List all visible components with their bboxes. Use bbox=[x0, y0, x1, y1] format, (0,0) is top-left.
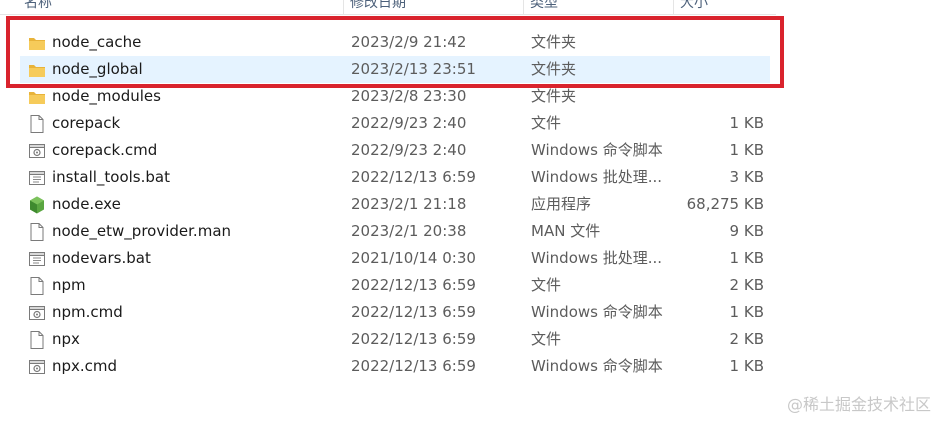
file-type: 文件 bbox=[531, 330, 562, 348]
blank-file-icon bbox=[28, 330, 46, 350]
file-name: npm bbox=[52, 276, 86, 294]
file-type: Windows 批处理... bbox=[531, 168, 663, 186]
file-row[interactable]: node_etw_provider.man 2023/2/1 20:38 MAN 文… bbox=[20, 218, 770, 245]
file-name: corepack.cmd bbox=[52, 141, 158, 159]
file-size: 1 KB bbox=[729, 114, 764, 132]
file-row[interactable]: corepack.cmd 2022/9/23 2:40 Windows 命令脚本 1 … bbox=[20, 137, 770, 164]
file-row[interactable]: corepack 2022/9/23 2:40 文件 1 KB bbox=[20, 110, 770, 137]
file-size: 2 KB bbox=[729, 276, 764, 294]
file-modified-date: 2023/2/8 23:30 bbox=[351, 87, 467, 105]
file-row[interactable]: npm 2022/12/13 6:59 文件 2 KB bbox=[20, 272, 770, 299]
file-row[interactable]: nodevars.bat 2021/10/14 0:30 Windows 批处理..… bbox=[20, 245, 770, 272]
blank-file-icon bbox=[28, 222, 46, 242]
file-type: 文件夹 bbox=[531, 60, 577, 78]
file-name: npx.cmd bbox=[52, 357, 118, 375]
file-name: node_etw_provider.man bbox=[52, 222, 232, 240]
file-row[interactable]: npx 2022/12/13 6:59 文件 2 KB bbox=[20, 326, 770, 353]
batch-file-icon bbox=[28, 249, 46, 269]
file-row[interactable]: npx.cmd 2022/12/13 6:59 Windows 命令脚本 1 KB bbox=[20, 353, 770, 380]
file-type: MAN 文件 bbox=[531, 222, 601, 240]
file-modified-date: 2023/2/1 21:18 bbox=[351, 195, 467, 213]
watermark: @稀土掘金技术社区 bbox=[786, 395, 931, 414]
file-name: npm.cmd bbox=[52, 303, 123, 321]
batch-file-icon bbox=[28, 168, 46, 188]
file-type: Windows 命令脚本 bbox=[531, 303, 663, 321]
file-size: 2 KB bbox=[729, 330, 764, 348]
blank-file-icon bbox=[28, 276, 46, 296]
folder-icon bbox=[28, 33, 46, 53]
file-name: node.exe bbox=[52, 195, 121, 213]
blank-file-icon bbox=[28, 114, 46, 134]
file-type: Windows 批处理... bbox=[531, 249, 663, 267]
column-header: 名称 修改日期 类型 大小 bbox=[0, 0, 776, 15]
file-modified-date: 2022/12/13 6:59 bbox=[351, 357, 476, 375]
file-modified-date: 2022/12/13 6:59 bbox=[351, 276, 476, 294]
file-size: 1 KB bbox=[729, 249, 764, 267]
cmd-script-icon bbox=[28, 357, 46, 377]
file-name: node_modules bbox=[52, 87, 161, 105]
file-type: 文件夹 bbox=[531, 33, 577, 51]
cmd-script-icon bbox=[28, 141, 46, 161]
file-list: node_cache 2023/2/9 21:42 文件夹 node_global 20… bbox=[20, 29, 770, 380]
file-type: Windows 命令脚本 bbox=[531, 141, 663, 159]
file-type: Windows 命令脚本 bbox=[531, 357, 663, 375]
file-row[interactable]: install_tools.bat 2022/12/13 6:59 Windows … bbox=[20, 164, 770, 191]
file-explorer: 名称 修改日期 类型 大小 node_cache 2023/2/9 21:42 文件… bbox=[0, 0, 939, 421]
file-size: 1 KB bbox=[729, 303, 764, 321]
file-modified-date: 2021/10/14 0:30 bbox=[351, 249, 476, 267]
file-name: corepack bbox=[52, 114, 121, 132]
file-size: 68,275 KB bbox=[686, 195, 764, 213]
file-row[interactable]: node_cache 2023/2/9 21:42 文件夹 bbox=[20, 29, 770, 56]
file-modified-date: 2022/9/23 2:40 bbox=[351, 114, 467, 132]
column-header-name[interactable]: 名称 bbox=[18, 0, 344, 14]
file-modified-date: 2023/2/13 23:51 bbox=[351, 60, 476, 78]
cmd-script-icon bbox=[28, 303, 46, 323]
file-modified-date: 2023/2/9 21:42 bbox=[351, 33, 467, 51]
file-modified-date: 2022/12/13 6:59 bbox=[351, 168, 476, 186]
column-header-type[interactable]: 类型 bbox=[524, 0, 674, 14]
file-type: 文件夹 bbox=[531, 87, 577, 105]
file-name: node_global bbox=[52, 60, 143, 78]
file-modified-date: 2022/9/23 2:40 bbox=[351, 141, 467, 159]
file-type: 文件 bbox=[531, 276, 562, 294]
file-type: 文件 bbox=[531, 114, 562, 132]
nodejs-exe-icon bbox=[28, 195, 46, 215]
file-name: nodevars.bat bbox=[52, 249, 151, 267]
column-header-date[interactable]: 修改日期 bbox=[344, 0, 524, 14]
file-name: npx bbox=[52, 330, 80, 348]
file-row[interactable]: node.exe 2023/2/1 21:18 应用程序 68,275 KB bbox=[20, 191, 770, 218]
file-size: 3 KB bbox=[729, 168, 764, 186]
folder-icon bbox=[28, 87, 46, 107]
file-modified-date: 2022/12/13 6:59 bbox=[351, 303, 476, 321]
file-row[interactable]: npm.cmd 2022/12/13 6:59 Windows 命令脚本 1 KB bbox=[20, 299, 770, 326]
file-size: 9 KB bbox=[729, 222, 764, 240]
file-type: 应用程序 bbox=[531, 195, 592, 213]
file-name: node_cache bbox=[52, 33, 142, 51]
file-size: 1 KB bbox=[729, 141, 764, 159]
file-row[interactable]: node_global 2023/2/13 23:51 文件夹 bbox=[20, 56, 770, 83]
file-size: 1 KB bbox=[729, 357, 764, 375]
file-modified-date: 2022/12/13 6:59 bbox=[351, 330, 476, 348]
column-header-size[interactable]: 大小 bbox=[674, 0, 776, 14]
file-modified-date: 2023/2/1 20:38 bbox=[351, 222, 467, 240]
folder-icon bbox=[28, 60, 46, 80]
file-row[interactable]: node_modules 2023/2/8 23:30 文件夹 bbox=[20, 83, 770, 110]
file-name: install_tools.bat bbox=[52, 168, 170, 186]
